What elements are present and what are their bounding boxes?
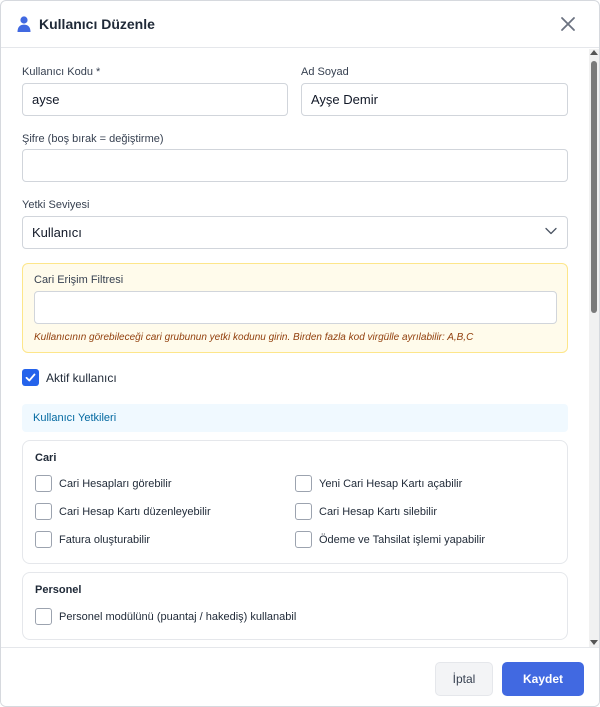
chevron-down-icon bbox=[545, 227, 557, 235]
scroll-down-arrow-icon[interactable] bbox=[590, 640, 598, 645]
permissions-section-header: Kullanıcı Yetkileri bbox=[22, 404, 568, 432]
user-code-label: Kullanıcı Kodu * bbox=[22, 66, 101, 78]
cari-filter-label: Cari Erişim Filtresi bbox=[34, 274, 124, 286]
user-code-input[interactable]: ayse bbox=[22, 83, 288, 116]
cari-filter-input[interactable] bbox=[34, 291, 557, 324]
scrollbar[interactable] bbox=[589, 49, 599, 647]
modal-title: Kullanıcı Düzenle bbox=[39, 16, 155, 32]
permission-group-cari: Cari Cari Hesapları görebilir Yeni Cari … bbox=[22, 440, 568, 564]
permission-checkbox-delete-cari[interactable] bbox=[295, 503, 312, 520]
permission-label: Fatura oluşturabilir bbox=[59, 534, 151, 546]
role-label: Yetki Seviyesi bbox=[22, 199, 90, 211]
permission-label: Personel modülünü (puantaj / hakediş) ku… bbox=[59, 611, 297, 623]
permission-group-personel: Personel Personel modülünü (puantaj / ha… bbox=[22, 572, 568, 640]
permission-checkbox-create-cari[interactable] bbox=[295, 475, 312, 492]
cari-filter-box: Cari Erişim Filtresi Kullanıcının görebi… bbox=[22, 263, 568, 353]
password-label: Şifre (boş bırak = değiştirme) bbox=[22, 133, 164, 145]
full-name-input[interactable]: Ayşe Demir bbox=[301, 83, 568, 116]
modal-footer: İptal Kaydet bbox=[1, 647, 599, 706]
cari-filter-help: Kullanıcının görebileceği cari grubunun … bbox=[34, 332, 474, 343]
check-icon bbox=[25, 373, 36, 382]
permission-checkbox-view-cari[interactable] bbox=[35, 475, 52, 492]
permission-checkbox-create-invoice[interactable] bbox=[35, 531, 52, 548]
permission-checkbox-payment[interactable] bbox=[295, 531, 312, 548]
scroll-up-arrow-icon[interactable] bbox=[590, 50, 598, 55]
scrollbar-thumb[interactable] bbox=[591, 61, 597, 313]
active-user-checkbox[interactable] bbox=[22, 369, 39, 386]
permission-label: Cari Hesap Kartı silebilir bbox=[319, 506, 437, 518]
permission-label: Yeni Cari Hesap Kartı açabilir bbox=[319, 478, 463, 490]
permission-label: Cari Hesapları görebilir bbox=[59, 478, 172, 490]
modal-body[interactable]: Kullanıcı Kodu * ayse Ad Soyad Ayşe Demi… bbox=[1, 49, 589, 647]
permission-group-title: Cari bbox=[35, 452, 57, 464]
permission-group-title: Personel bbox=[35, 584, 82, 596]
active-user-label: Aktif kullanıcı bbox=[46, 371, 117, 385]
permissions-section-title: Kullanıcı Yetkileri bbox=[33, 412, 117, 424]
modal-header: Kullanıcı Düzenle bbox=[1, 1, 599, 48]
permission-label: Ödeme ve Tahsilat işlemi yapabilir bbox=[319, 534, 486, 546]
permission-checkbox-personel-module[interactable] bbox=[35, 608, 52, 625]
password-input[interactable] bbox=[22, 149, 568, 182]
save-button[interactable]: Kaydet bbox=[502, 662, 584, 696]
close-icon[interactable] bbox=[559, 15, 577, 33]
permission-checkbox-edit-cari[interactable] bbox=[35, 503, 52, 520]
role-select[interactable]: Kullanıcı bbox=[22, 216, 568, 249]
cancel-button[interactable]: İptal bbox=[435, 662, 493, 696]
edit-user-modal: Kullanıcı Düzenle Kullanıcı Kodu * ayse … bbox=[0, 0, 600, 707]
role-selected-value: Kullanıcı bbox=[32, 225, 82, 240]
full-name-label: Ad Soyad bbox=[301, 66, 349, 78]
permission-label: Cari Hesap Kartı düzenleyebilir bbox=[59, 506, 211, 518]
user-icon bbox=[17, 16, 31, 32]
